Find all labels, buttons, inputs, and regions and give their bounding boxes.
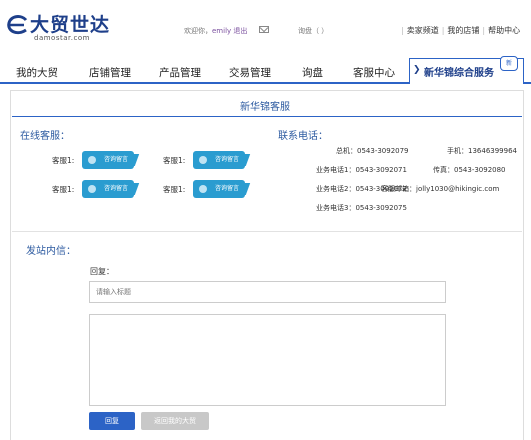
nav-product-management[interactable]: 产品管理 xyxy=(159,65,201,80)
welcome-text: 欢迎你，emily 退出 xyxy=(184,26,247,36)
cs-label: 客服1: xyxy=(52,185,75,194)
phone-business-1: 业务电话1：0543-3092071 xyxy=(316,166,407,174)
username-link[interactable]: emily xyxy=(212,27,231,35)
nav-service-center[interactable]: 客服中心 xyxy=(353,65,395,80)
phone-heading: 联系电话： xyxy=(278,131,328,142)
consult-message-button[interactable]: 咨询留言 xyxy=(82,151,140,169)
cs-label: 客服1: xyxy=(52,156,75,165)
tab-xinhuajin-service-label: 新华锦综合服务 xyxy=(424,68,494,79)
top-link-seller-channel[interactable]: 卖家频道 xyxy=(407,26,439,35)
brand-name-cn: 大贸世达 xyxy=(30,14,111,36)
logo-e-icon xyxy=(7,15,28,35)
welcome-prefix: 欢迎你， xyxy=(184,27,212,35)
section-divider xyxy=(12,231,522,232)
mail-icon[interactable] xyxy=(259,26,269,33)
logo[interactable]: 大贸世达 damostar.com xyxy=(4,8,109,44)
consult-message-button[interactable]: 咨询留言 xyxy=(193,180,251,198)
back-to-my-damao-button[interactable]: 返回我的大贸 xyxy=(141,412,209,430)
new-badge-icon: 新 xyxy=(500,56,518,71)
nav-shop-management[interactable]: 店铺管理 xyxy=(89,65,131,80)
reply-label: 回复： xyxy=(90,267,114,276)
message-body-input[interactable] xyxy=(89,314,446,406)
phone-fax: 传真：0543-3092080 xyxy=(433,166,506,174)
online-service-heading: 在线客服： xyxy=(20,131,70,142)
consult-message-button[interactable]: 咨询留言 xyxy=(193,151,251,169)
send-message-heading: 发站内信： xyxy=(26,246,76,257)
title-divider xyxy=(12,116,522,117)
nav-inquiry[interactable]: 询盘 xyxy=(302,65,323,80)
nav-my-damao[interactable]: 我的大贸 xyxy=(16,65,58,80)
top-header: 大贸世达 damostar.com 欢迎你，emily 退出 询盘（ ） | 卖家… xyxy=(0,0,531,58)
reply-button[interactable]: 回复 xyxy=(89,412,135,430)
service-email: 客服邮箱：jolly1030@hikingic.com xyxy=(381,185,500,193)
page-title: 新华锦客服 xyxy=(240,102,290,113)
brand-name-en: damostar.com xyxy=(34,34,90,42)
inquiry-count-link[interactable]: 询盘（ ） xyxy=(298,26,328,36)
logout-link[interactable]: 退出 xyxy=(233,27,247,35)
consult-message-button[interactable]: 咨询留言 xyxy=(82,180,140,198)
cs-label: 客服1: xyxy=(163,156,186,165)
phone-business-3: 业务电话3：0543-3092075 xyxy=(316,204,407,212)
right-arrow-icon: ❯ xyxy=(413,65,421,75)
top-link-help-center[interactable]: 帮助中心 xyxy=(488,26,520,35)
top-link-my-shop[interactable]: 我的店铺 xyxy=(447,26,479,35)
nav-trade-management[interactable]: 交易管理 xyxy=(229,65,271,80)
phone-main: 总机：0543-3092079 xyxy=(336,147,409,155)
title-input[interactable] xyxy=(89,281,446,303)
top-links: | 卖家频道 | 我的店铺 | 帮助中心 xyxy=(401,26,521,35)
phone-mobile: 手机：13646399964 xyxy=(447,147,517,155)
cs-label: 客服1: xyxy=(163,185,186,194)
